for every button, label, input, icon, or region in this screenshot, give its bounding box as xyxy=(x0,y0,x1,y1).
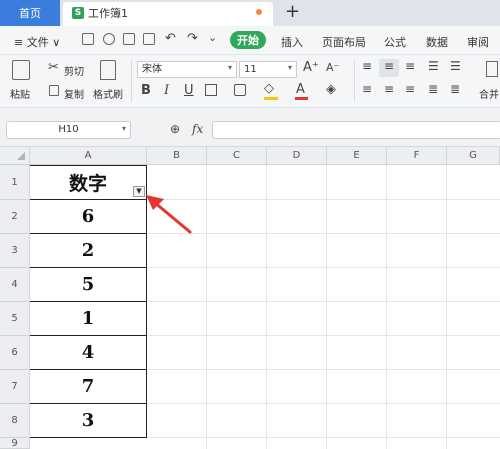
column-header-c[interactable]: C xyxy=(207,147,267,165)
row-header-3[interactable]: 3 xyxy=(0,234,30,268)
export-icon[interactable] xyxy=(103,33,115,45)
cell-a7[interactable]: 7 xyxy=(30,370,147,404)
unsaved-dot-icon xyxy=(256,9,262,15)
merge-icon[interactable] xyxy=(486,61,498,77)
chevron-down-icon[interactable]: ▾ xyxy=(288,63,292,72)
menu-start[interactable]: 开始 xyxy=(230,31,266,49)
grid-line xyxy=(266,165,267,449)
column-header-d[interactable]: D xyxy=(267,147,327,165)
fill-color-icon[interactable]: ◇ xyxy=(264,81,274,96)
font-color-swatch xyxy=(295,97,308,100)
fill-color-swatch xyxy=(264,97,278,100)
menu-file[interactable]: ≡ 文件 ∨ xyxy=(14,34,60,50)
outdent-icon[interactable]: ☰ xyxy=(450,59,461,73)
column-header-b[interactable]: B xyxy=(147,147,207,165)
print-preview-icon[interactable] xyxy=(143,33,155,45)
border-icon[interactable] xyxy=(205,84,217,96)
tab-home[interactable]: 首页 xyxy=(0,0,60,26)
menu-insert[interactable]: 插入 xyxy=(281,34,303,50)
menu-formula[interactable]: 公式 xyxy=(384,34,406,50)
italic-icon[interactable]: I xyxy=(164,83,169,98)
cell-a8[interactable]: 3 xyxy=(30,404,147,438)
align-top-icon[interactable]: ≡ xyxy=(362,59,372,73)
divider xyxy=(131,60,132,102)
cut-icon[interactable]: ✂ xyxy=(48,60,59,75)
menu-page-layout[interactable]: 页面布局 xyxy=(322,34,366,50)
format-painter-icon[interactable] xyxy=(100,60,116,80)
column-header-f[interactable]: F xyxy=(387,147,447,165)
cell-a2[interactable]: 6 xyxy=(30,200,147,234)
clear-format-icon[interactable]: ◈ xyxy=(326,82,336,97)
font-name-select[interactable]: 宋体 xyxy=(137,61,237,78)
cell-a5[interactable]: 1 xyxy=(30,302,147,336)
redo-icon[interactable]: ↷ xyxy=(187,31,198,46)
cell-a6[interactable]: 4 xyxy=(30,336,147,370)
add-tab-button[interactable]: + xyxy=(285,1,300,22)
align-bottom-icon[interactable]: ≡ xyxy=(405,59,415,73)
chevron-down-icon[interactable]: ▾ xyxy=(122,124,126,133)
format-painter-button[interactable]: 格式刷 xyxy=(93,86,123,101)
select-all-corner[interactable] xyxy=(0,147,30,165)
copy-button[interactable]: 复制 xyxy=(64,86,84,101)
justify-icon[interactable]: ≣ xyxy=(428,82,438,96)
formula-input[interactable] xyxy=(212,121,500,139)
align-middle-icon[interactable]: ≡ xyxy=(384,59,394,73)
increase-font-icon[interactable]: A⁺ xyxy=(303,60,319,75)
cell-a4[interactable]: 5 xyxy=(30,268,147,302)
cell-a1-header[interactable]: 数字 xyxy=(30,165,147,200)
align-right-icon[interactable]: ≡ xyxy=(405,82,415,96)
copy-icon[interactable] xyxy=(49,85,59,96)
column-header-e[interactable]: E xyxy=(327,147,387,165)
cut-button[interactable]: 剪切 xyxy=(64,63,84,78)
undo-icon[interactable]: ↶ xyxy=(165,31,176,46)
divider xyxy=(354,60,355,102)
row-header-8[interactable]: 8 xyxy=(0,404,30,438)
underline-icon[interactable]: U xyxy=(184,83,194,98)
distribute-icon[interactable]: ≣ xyxy=(450,82,460,96)
bold-icon[interactable]: B xyxy=(141,83,151,98)
column-header-a[interactable]: A xyxy=(30,147,147,165)
name-box[interactable]: H10 xyxy=(6,121,131,139)
chevron-down-icon[interactable]: ▾ xyxy=(228,63,232,72)
indent-icon[interactable]: ☰ xyxy=(428,59,439,73)
row-header-4[interactable]: 4 xyxy=(0,268,30,302)
align-center-icon[interactable]: ≡ xyxy=(384,82,394,96)
function-icon[interactable]: fx xyxy=(192,122,203,136)
paste-button[interactable]: 粘贴 xyxy=(10,86,30,101)
row-header-7[interactable]: 7 xyxy=(0,370,30,404)
corner-triangle-icon xyxy=(17,152,25,160)
grid-line xyxy=(326,165,327,449)
cell-style-icon[interactable] xyxy=(234,84,246,96)
row-header-6[interactable]: 6 xyxy=(0,336,30,370)
zoom-icon[interactable]: ⊕ xyxy=(170,122,180,136)
grid-line xyxy=(446,165,447,449)
document-title: 工作簿1 xyxy=(88,7,128,20)
paste-icon[interactable] xyxy=(12,60,30,80)
align-left-icon[interactable]: ≡ xyxy=(362,82,372,96)
grid-line xyxy=(386,165,387,449)
menu-review[interactable]: 审阅 xyxy=(467,34,489,50)
print-icon[interactable] xyxy=(123,33,135,45)
grid-line xyxy=(206,165,207,449)
column-header-g[interactable]: G xyxy=(447,147,500,165)
spreadsheet-icon: S xyxy=(72,7,84,19)
cell-a3[interactable]: 2 xyxy=(30,234,147,268)
arrow-shaft xyxy=(152,200,192,234)
decrease-font-icon[interactable]: A⁻ xyxy=(326,61,339,74)
save-icon[interactable] xyxy=(82,33,94,45)
row-header-9[interactable]: 9 xyxy=(0,438,30,449)
menu-data[interactable]: 数据 xyxy=(426,34,448,50)
annotation-arrow-icon xyxy=(146,195,192,234)
more-icon[interactable]: ⌄ xyxy=(208,31,217,44)
row-header-5[interactable]: 5 xyxy=(0,302,30,336)
row-header-1[interactable]: 1 xyxy=(0,165,30,200)
merge-button[interactable]: 合并 xyxy=(479,86,499,101)
row-header-2[interactable]: 2 xyxy=(0,200,30,234)
font-color-icon[interactable]: A xyxy=(296,82,305,97)
